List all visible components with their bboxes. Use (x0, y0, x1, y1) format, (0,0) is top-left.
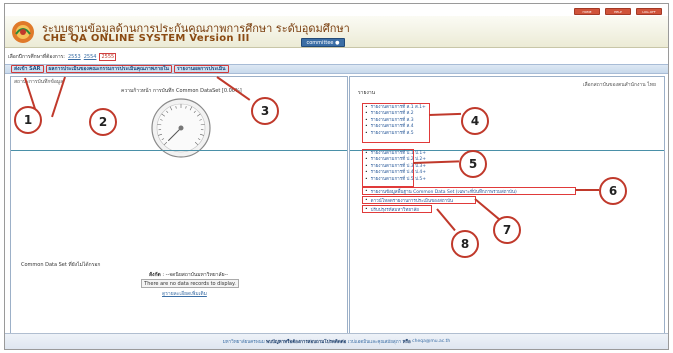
cds-details-link[interactable]: ดูรายละเอียดเพิ่มเติม (162, 290, 207, 298)
committee-label: committee (306, 39, 334, 46)
nav-bar: ส่งเข้า SAR ผลการประเมินของคณะกรรมการประ… (5, 64, 668, 74)
callout-2: 2 (89, 108, 117, 136)
callout-8: 8 (451, 230, 479, 258)
callout-line-6 (575, 189, 599, 191)
status-panel: สถานะการบันทึกข้อมูล ความก้าวหน้า การบัน… (10, 76, 348, 334)
cds-inst-dropdown[interactable]: : --จดนิยสถาบันมหาวิทยาลัย-- (162, 272, 228, 278)
panel-divider (11, 150, 347, 151)
report-link-download[interactable]: ดาวน์โหลดรายงานการประเมินของสถาบัน (362, 196, 476, 204)
footer-university: มหาวิทยาลัยนครพนม (222, 340, 265, 345)
status-section-title: สถานะการบันทึกข้อมูล (14, 79, 64, 85)
cds-institution-row: สังกัด : --จดนิยสถาบันมหาวิทยาลัย-- (149, 271, 228, 279)
report-link-p2[interactable]: รายงานตามการที่ ป.2 ป.2+ (365, 157, 426, 163)
title-english: CHE QA ONLINE SYSTEM Version III (43, 33, 250, 44)
footer-email-link[interactable]: cheqa@mu.ac.th (412, 339, 450, 344)
reports-panel: เลือกสถาบันของตนสำนักงาน ไทย รายงาน รายง… (349, 76, 665, 334)
footer: มหาวิทยาลัยนครพนม พบปัญหาหรือต้องการสอบถ… (5, 333, 668, 349)
tab-assessment-report[interactable]: รายงานผลการประเมิน (173, 65, 229, 73)
cds-missing-title: Common Data Set ที่ยังไม่ได้กรอก (21, 262, 101, 268)
top-button-group: HOME HELP LOG-OFF (574, 8, 662, 15)
year-link-2554[interactable]: 2554 (84, 54, 97, 60)
callout-5: 5 (459, 150, 487, 178)
report-link-common-data-set[interactable]: รายงานข้อมูลพื้นฐาน Common Data Set (เฉพ… (362, 187, 576, 195)
report-link-p5[interactable]: รายงานตามการที่ ป.5 ป.5+ (365, 177, 426, 183)
reports-label: รายงาน (358, 90, 376, 96)
callout-7: 7 (493, 216, 521, 244)
footer-admin-link[interactable]: เวปแอดมินและคุณสมัยสุภา (348, 338, 401, 345)
help-button[interactable]: HELP (605, 8, 631, 15)
report-group-s: รายงานตามการที่ ส.1 ส.1+ รายงานตามการที่… (362, 103, 430, 143)
tab-committee-results[interactable]: ผลการประเมินของคณะกรรมการประเมินคุณภาพภา… (45, 65, 172, 73)
callout-4: 4 (461, 107, 489, 135)
app-frame: HOME HELP LOG-OFF ระบบฐานข้อมูลด้านการปร… (4, 3, 669, 350)
year-selector: เลือกปีการศึกษาที่ต้องการ: 2553 2554 255… (5, 52, 668, 62)
callout-6: 6 (599, 177, 627, 205)
tab-send-sar[interactable]: ส่งเข้า SAR (11, 65, 44, 73)
report-link-s5[interactable]: รายงานตามการที่ ส.5 (365, 131, 427, 137)
report-link-p4[interactable]: รายงานตามการที่ ป.4 ป.4+ (365, 170, 426, 176)
year-link-2553[interactable]: 2553 (68, 54, 81, 60)
logoff-button[interactable]: LOG-OFF (636, 8, 662, 15)
person-icon: ● (335, 39, 340, 46)
reports-panel-header: เลือกสถาบันของตนสำนักงาน ไทย (582, 82, 656, 88)
callout-1: 1 (14, 106, 42, 134)
year-link-2555[interactable]: 2555 (99, 53, 117, 61)
cds-empty-message: There are no data records to display. (141, 279, 239, 288)
home-button[interactable]: HOME (574, 8, 600, 15)
committee-button[interactable]: committee ● (301, 38, 345, 47)
callout-3: 3 (251, 97, 279, 125)
progress-label: ความก้าวหน้า การบันทึก Common DataSet [0… (121, 88, 242, 94)
year-label: เลือกปีการศึกษาที่ต้องการ: (8, 54, 65, 60)
che-logo-icon (12, 21, 34, 43)
footer-contact-text: พบปัญหาหรือต้องการสอบถามโปรดติดต่อ (266, 340, 347, 345)
report-link-university-code[interactable]: ปรับปรุงรหัสมหาวิทยาลัย (362, 205, 432, 213)
cds-inst-label: สังกัด (149, 272, 161, 278)
report-group-p: รายงานตามการที่ ป.1 ป.1+ รายงานตามการที่… (362, 149, 426, 187)
footer-or: หรือ (402, 340, 411, 345)
header-banner: ระบบฐานข้อมูลด้านการประกันคุณภาพการศึกษา… (5, 16, 668, 48)
